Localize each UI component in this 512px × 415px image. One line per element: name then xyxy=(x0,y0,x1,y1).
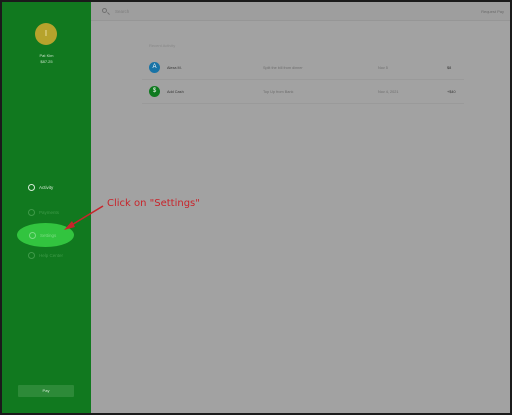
app-window: Search Request Pay Recent Activity A Ale… xyxy=(2,2,510,413)
annotation-arrow-icon xyxy=(64,205,104,230)
annotation-callout: Click on "Settings" xyxy=(107,198,200,209)
